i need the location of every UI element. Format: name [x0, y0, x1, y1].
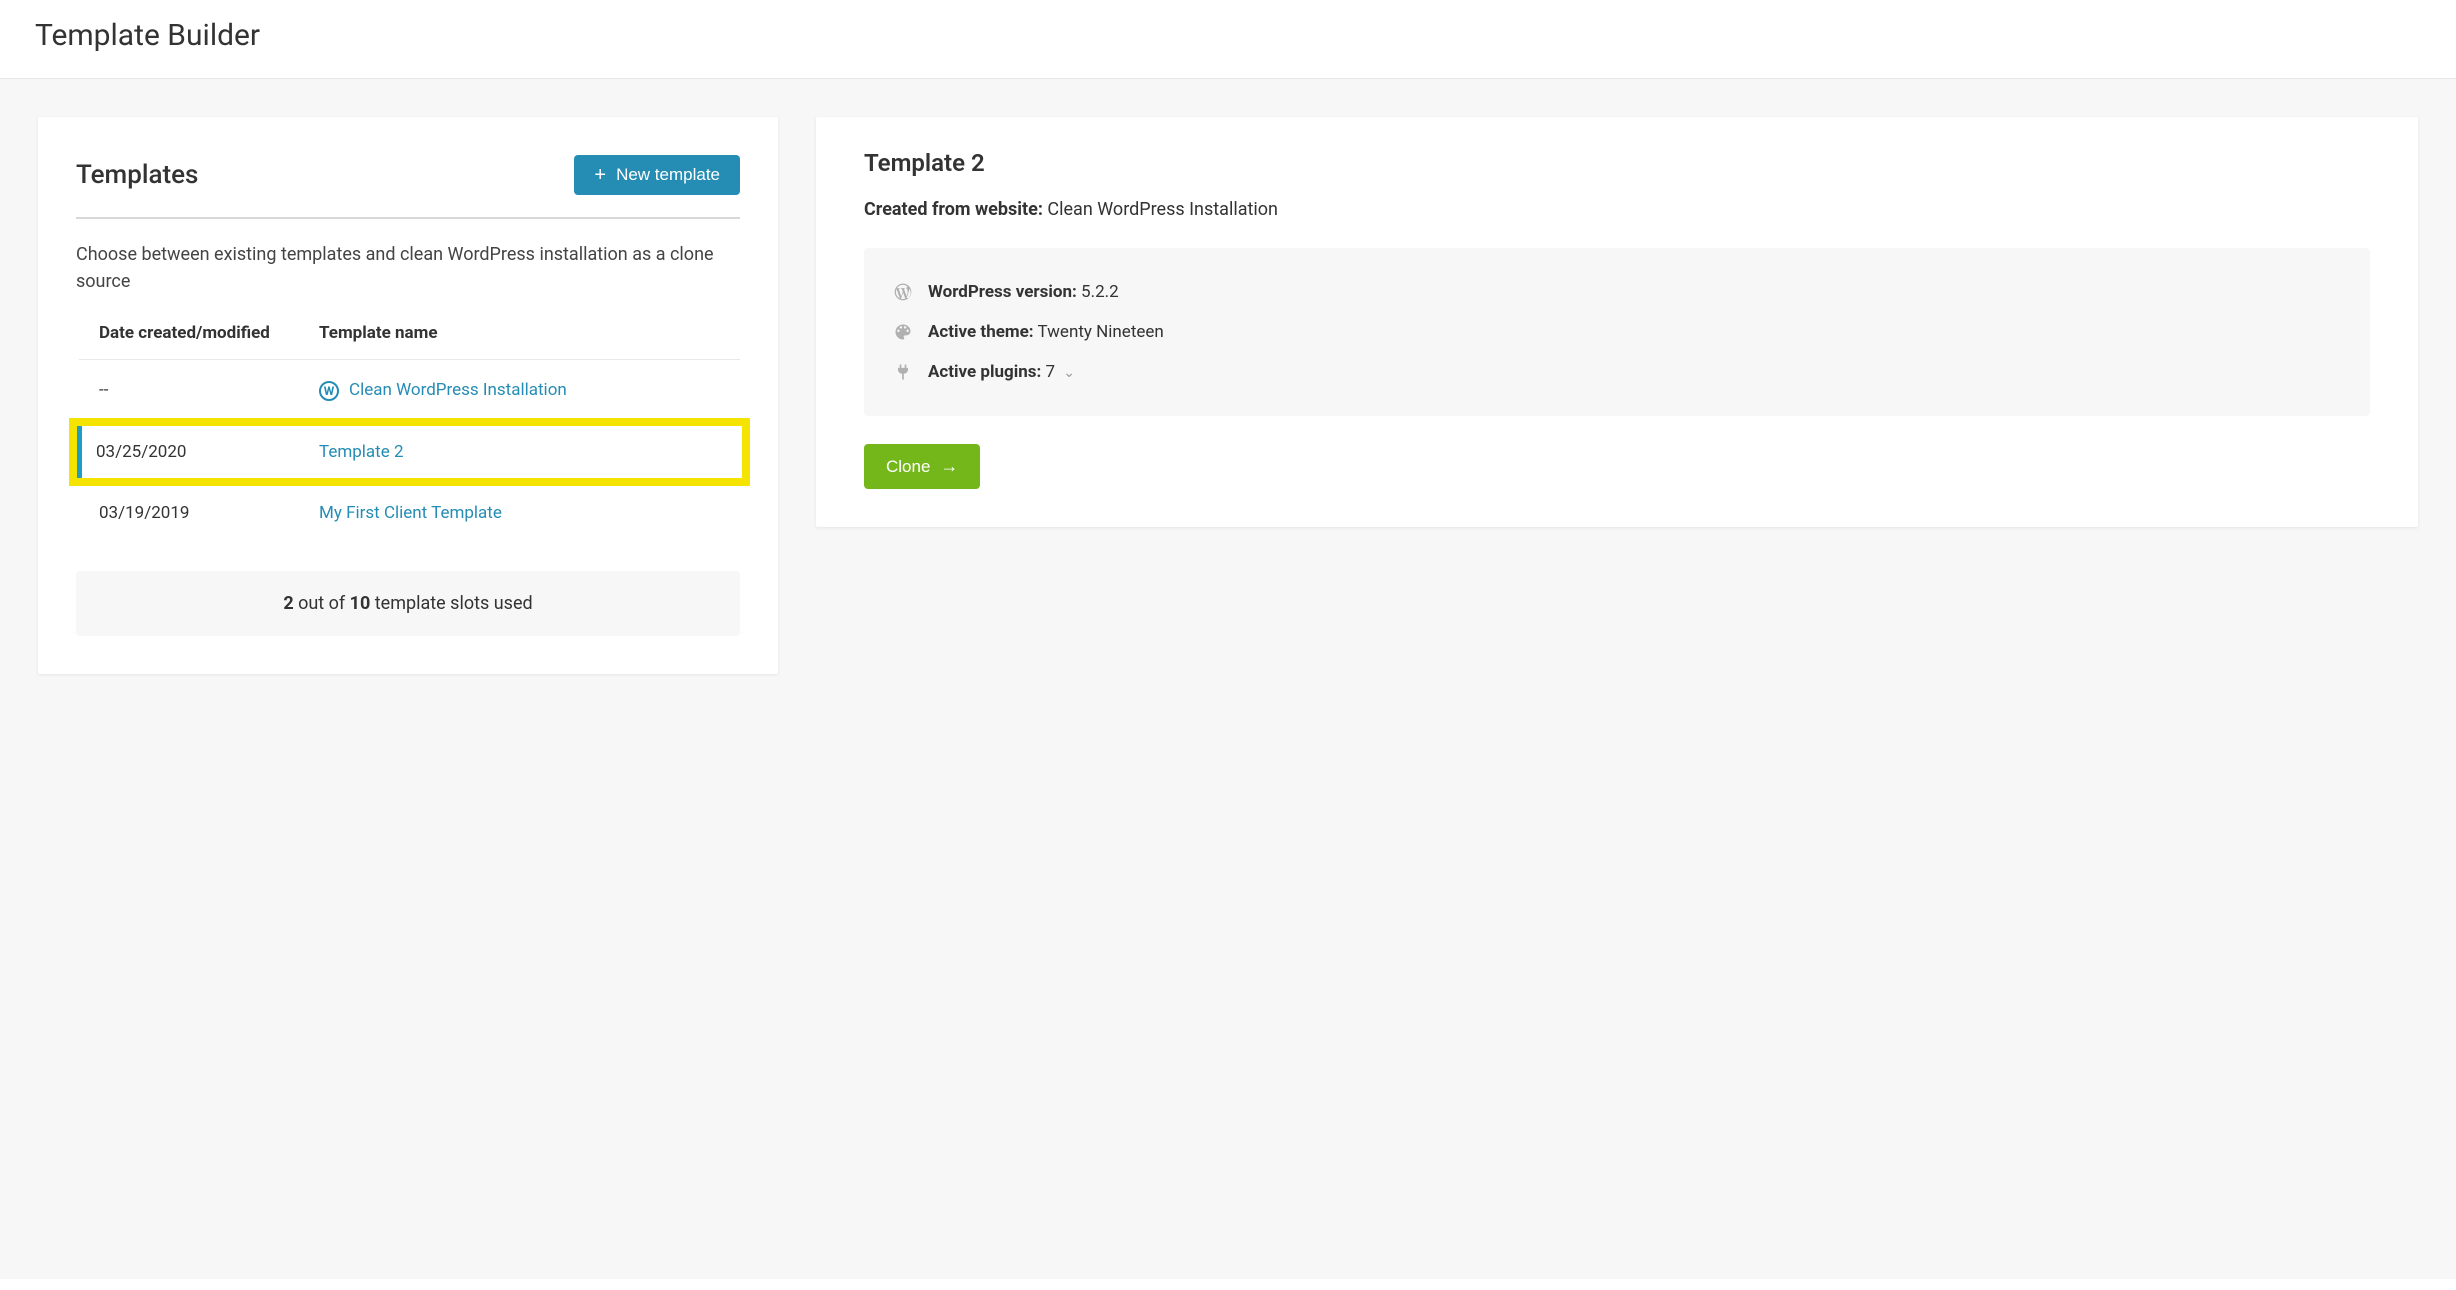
- plug-icon: [892, 362, 914, 382]
- plugins-value: 7: [1046, 362, 1056, 382]
- new-template-button[interactable]: + New template: [574, 155, 740, 195]
- created-from: Created from website: Clean WordPress In…: [864, 199, 2370, 220]
- templates-description: Choose between existing templates and cl…: [76, 241, 740, 295]
- palette-icon: [892, 322, 914, 342]
- content-area: Templates + New template Choose between …: [0, 79, 2456, 1279]
- created-label: Created from website:: [864, 199, 1043, 220]
- new-template-label: New template: [616, 165, 720, 185]
- wordpress-icon: W: [319, 381, 339, 401]
- detail-title: Template 2: [864, 149, 2370, 177]
- template-link[interactable]: Template 2: [319, 442, 404, 462]
- plugins-row[interactable]: Active plugins: 7 ⌄: [892, 352, 2342, 392]
- detail-panel: Template 2 Created from website: Clean W…: [816, 117, 2418, 527]
- templates-panel: Templates + New template Choose between …: [38, 117, 778, 674]
- table-row[interactable]: 03/25/2020 Template 2: [79, 421, 740, 482]
- row-name-cell: W Clean WordPress Installation: [299, 360, 740, 422]
- templates-title: Templates: [76, 160, 198, 190]
- wordpress-icon: [892, 282, 914, 302]
- slots-used: 2: [283, 593, 293, 614]
- template-link[interactable]: My First Client Template: [319, 503, 502, 523]
- clone-button[interactable]: Clone →: [864, 444, 980, 489]
- slots-mid: out of: [294, 593, 350, 614]
- row-date: 03/25/2020: [79, 421, 299, 482]
- plus-icon: +: [594, 165, 606, 185]
- col-date: Date created/modified: [79, 323, 299, 360]
- table-row[interactable]: -- W Clean WordPress Installation: [79, 360, 740, 422]
- created-value: Clean WordPress Installation: [1047, 199, 1278, 220]
- slots-suffix: template slots used: [370, 593, 532, 614]
- template-link[interactable]: Clean WordPress Installation: [349, 380, 567, 400]
- row-name-cell: My First Client Template: [299, 482, 740, 543]
- theme-label: Active theme:: [928, 322, 1034, 342]
- templates-header: Templates + New template: [76, 155, 740, 219]
- arrow-right-icon: →: [940, 456, 958, 477]
- table-row[interactable]: 03/19/2019 My First Client Template: [79, 482, 740, 543]
- wp-version-row: WordPress version: 5.2.2: [892, 272, 2342, 312]
- slots-footer: 2 out of 10 template slots used: [76, 571, 740, 636]
- clone-label: Clone: [886, 457, 930, 477]
- detail-box: WordPress version: 5.2.2 Active theme: T…: [864, 248, 2370, 416]
- row-name-cell: Template 2: [299, 421, 740, 482]
- theme-value: Twenty Nineteen: [1037, 322, 1163, 342]
- col-name: Template name: [299, 323, 740, 360]
- slots-total: 10: [350, 593, 371, 614]
- row-date: 03/19/2019: [79, 482, 299, 543]
- wp-version-label: WordPress version:: [928, 282, 1077, 302]
- templates-table: Date created/modified Template name -- W…: [76, 323, 740, 543]
- chevron-down-icon[interactable]: ⌄: [1063, 365, 1075, 381]
- theme-row: Active theme: Twenty Nineteen: [892, 312, 2342, 352]
- wp-version-value: 5.2.2: [1081, 282, 1119, 302]
- header-bar: Template Builder: [0, 0, 2456, 79]
- row-date: --: [79, 360, 299, 422]
- templates-table-wrapper: Date created/modified Template name -- W…: [76, 323, 740, 543]
- plugins-label: Active plugins:: [928, 362, 1041, 382]
- page-title: Template Builder: [35, 18, 2421, 53]
